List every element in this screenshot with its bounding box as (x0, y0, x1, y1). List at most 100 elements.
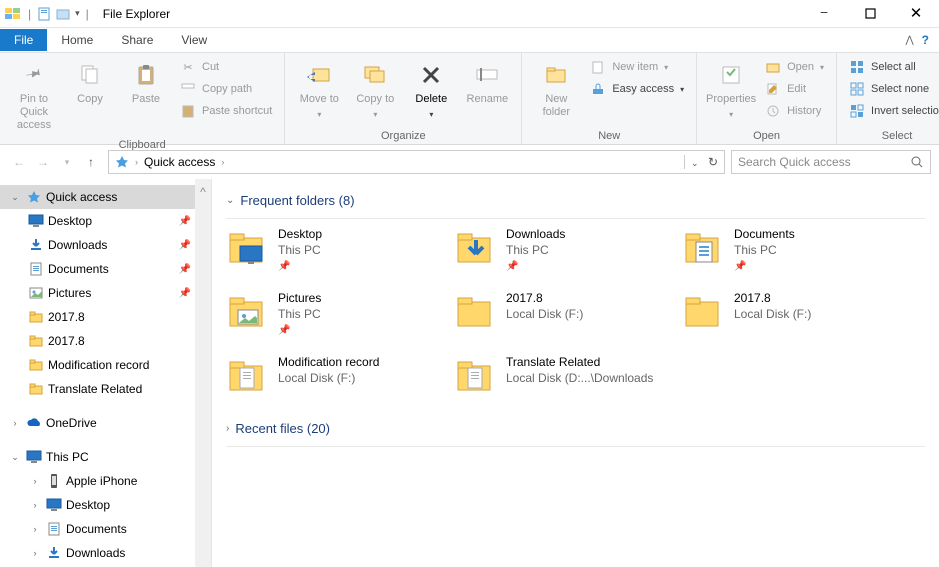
folder-tile[interactable]: Pictures This PC 📌 (226, 287, 454, 341)
paste-shortcut-button[interactable]: Paste shortcut (176, 101, 276, 121)
address-bar[interactable]: › Quick access › ⌄ ↻ (108, 150, 725, 174)
folder-tile[interactable]: Desktop This PC 📌 (226, 223, 454, 277)
tree-onedrive[interactable]: › OneDrive (0, 411, 211, 435)
label: Pin to Quick access (10, 93, 58, 133)
new-item-button[interactable]: New item ▾ (586, 57, 688, 77)
label: OneDrive (46, 416, 97, 430)
sidebar-item[interactable]: 2017.8 (0, 329, 211, 353)
delete-button[interactable]: Delete▾ (405, 57, 457, 124)
sidebar-item[interactable]: Pictures📌 (0, 281, 211, 305)
qat-properties-icon[interactable] (37, 6, 53, 22)
search-input[interactable]: Search Quick access (731, 150, 931, 174)
tree-this-pc[interactable]: ⌄ This PC (0, 445, 211, 469)
open-button[interactable]: Open ▾ (761, 57, 828, 77)
qat-dropdown-icon[interactable]: ▾ (75, 8, 80, 19)
folder-name: Modification record (278, 355, 379, 371)
phone-icon (46, 473, 62, 489)
expand-icon[interactable]: ⌄ (8, 452, 22, 463)
sidebar-item[interactable]: Modification record (0, 353, 211, 377)
scrollbar[interactable]: ^ (195, 179, 211, 567)
sidebar-item[interactable]: 2017.8 (0, 305, 211, 329)
move-to-button[interactable]: Move to▾ (293, 57, 345, 124)
expand-icon[interactable]: › (28, 500, 42, 510)
help-icon[interactable]: ? (922, 33, 929, 47)
expand-icon[interactable]: › (28, 476, 42, 486)
expand-icon[interactable]: › (8, 418, 22, 428)
sidebar-item[interactable]: Translate Related (0, 377, 211, 401)
tab-share[interactable]: Share (107, 29, 167, 51)
refresh-button[interactable]: ↻ (708, 155, 718, 169)
label: New folder (532, 93, 580, 119)
sidebar-item[interactable]: Desktop📌 (0, 209, 211, 233)
label: Rename (467, 93, 509, 106)
select-none-button[interactable]: Select none (845, 79, 939, 99)
folder-location: This PC (734, 243, 795, 259)
sidebar-item[interactable]: ›Desktop (0, 493, 211, 517)
label: Documents (48, 262, 109, 276)
folder-tile[interactable]: 2017.8 Local Disk (F:) (682, 287, 910, 341)
section-frequent-folders[interactable]: ⌄ Frequent folders (8) (226, 193, 925, 208)
rename-button[interactable]: Rename (461, 57, 513, 110)
expand-icon[interactable]: ⌄ (8, 192, 22, 203)
copy-path-button[interactable]: Copy path (176, 79, 276, 99)
sidebar-item[interactable]: Downloads📌 (0, 233, 211, 257)
select-all-button[interactable]: Select all (845, 57, 939, 77)
nav-back-button[interactable]: ← (8, 151, 30, 173)
group-label: Organize (293, 130, 513, 142)
folder-tile[interactable]: 2017.8 Local Disk (F:) (454, 287, 682, 341)
folder-icon (28, 333, 44, 349)
qat-newfolder-icon[interactable] (55, 6, 71, 22)
folder-icon (454, 355, 496, 397)
nav-up-button[interactable]: ↑ (80, 151, 102, 173)
documents-icon (46, 521, 62, 537)
copy-to-button[interactable]: Copy to▾ (349, 57, 401, 124)
address-dropdown-icon[interactable]: ⌄ (691, 158, 699, 168)
sidebar-item[interactable]: Documents 📌 (0, 257, 211, 281)
expand-icon[interactable]: › (28, 548, 42, 558)
ribbon-collapse-icon[interactable]: ⋀ (905, 35, 913, 46)
edit-button[interactable]: Edit (761, 79, 828, 99)
folder-tile[interactable]: Documents This PC 📌 (682, 223, 910, 277)
folder-name: 2017.8 (734, 291, 811, 307)
folder-location: Local Disk (F:) (278, 371, 379, 387)
tab-file[interactable]: File (0, 29, 47, 51)
invert-selection-button[interactable]: Invert selection (845, 101, 939, 121)
breadcrumb-root[interactable]: Quick access (144, 155, 215, 169)
delete-icon (417, 61, 445, 89)
group-label: New (530, 130, 688, 142)
maximize-button[interactable] (847, 0, 893, 28)
move-to-icon (305, 61, 333, 89)
pin-icon: 📌 (179, 264, 191, 275)
sidebar-item[interactable]: ›Apple iPhone (0, 469, 211, 493)
folder-tile[interactable]: Translate Related Local Disk (D:...\Down… (454, 351, 682, 401)
sidebar-item[interactable]: ›Documents (0, 517, 211, 541)
paste-button[interactable]: Paste (120, 57, 172, 110)
properties-button[interactable]: Properties▾ (705, 57, 757, 124)
tree-quick-access[interactable]: ⌄ Quick access (0, 185, 211, 209)
close-button[interactable]: ✕ (893, 0, 939, 28)
sidebar-item[interactable]: ›Downloads (0, 541, 211, 565)
nav-recent-dropdown[interactable]: ▾ (56, 151, 78, 173)
cut-button[interactable]: ✂Cut (176, 57, 276, 77)
easy-access-button[interactable]: Easy access ▾ (586, 79, 688, 99)
paste-shortcut-icon (180, 103, 196, 119)
pin-to-quick-access-button[interactable]: Pin to Quick access (8, 57, 60, 137)
expand-icon[interactable]: › (28, 524, 42, 534)
nav-forward-button[interactable]: → (32, 151, 54, 173)
chevron-right-icon[interactable]: › (221, 157, 224, 167)
minimize-button[interactable]: ─ (801, 0, 847, 28)
folder-tile[interactable]: Modification record Local Disk (F:) (226, 351, 454, 401)
downloads-icon (46, 545, 62, 561)
nav-tree: ⌄ Quick access Desktop📌Downloads📌Documen… (0, 179, 211, 567)
tab-home[interactable]: Home (47, 29, 107, 51)
new-folder-button[interactable]: New folder (530, 57, 582, 123)
folder-icon (28, 381, 44, 397)
tab-view[interactable]: View (167, 29, 221, 51)
history-button[interactable]: History (761, 101, 828, 121)
folder-location: Local Disk (F:) (734, 307, 811, 323)
copy-button[interactable]: Copy (64, 57, 116, 110)
search-icon (910, 155, 924, 169)
chevron-right-icon[interactable]: › (135, 157, 138, 167)
section-recent-files[interactable]: › Recent files (20) (226, 421, 925, 436)
folder-tile[interactable]: Downloads This PC 📌 (454, 223, 682, 277)
